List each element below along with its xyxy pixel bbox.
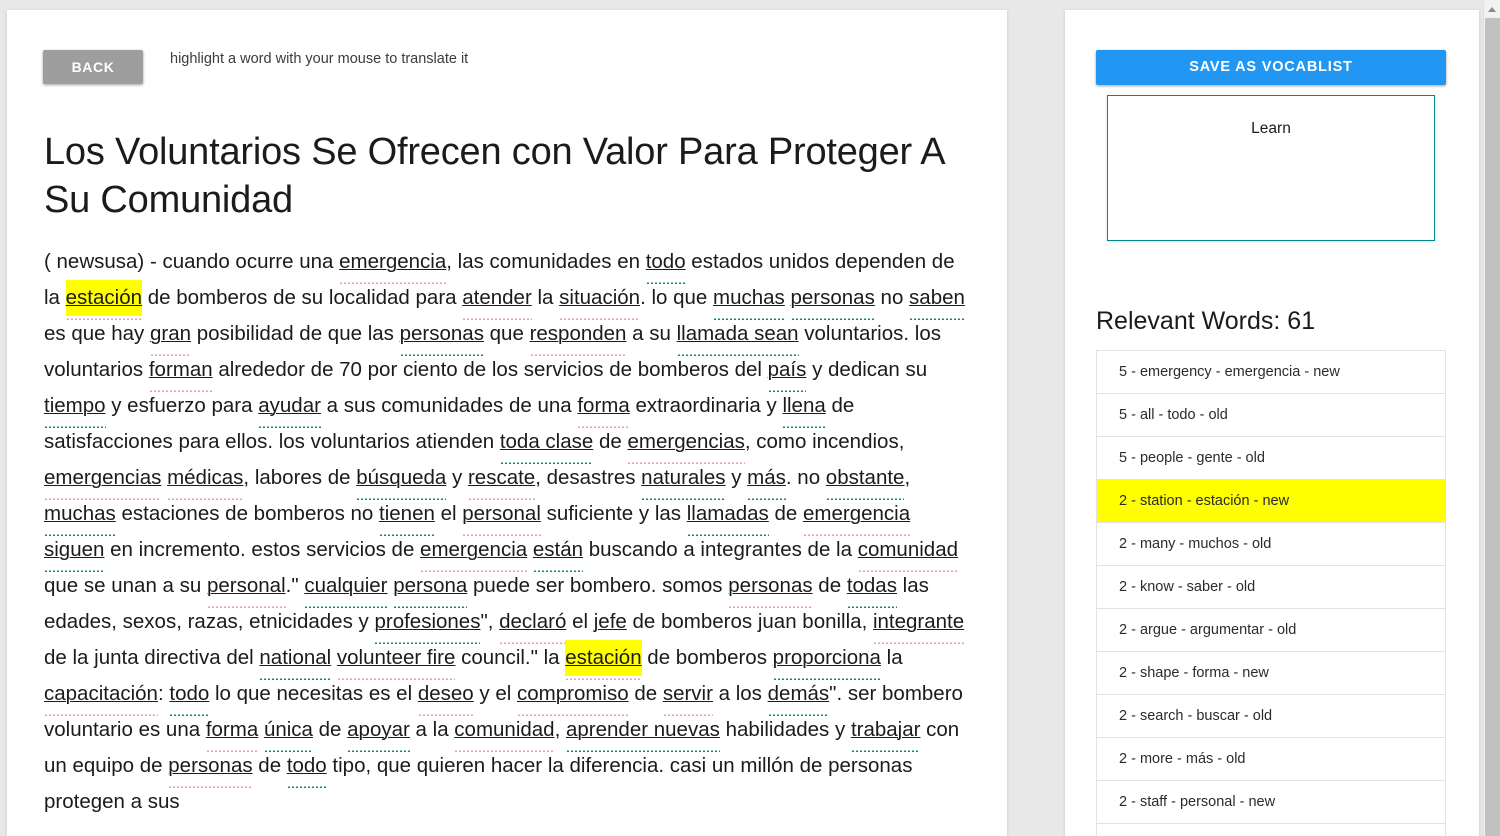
vocab-list-item[interactable]: 2 - argue - argumentar - old <box>1097 609 1445 652</box>
annotated-word[interactable]: jefe <box>593 604 627 644</box>
annotated-word[interactable]: volunteer fire <box>336 640 455 680</box>
annotated-word[interactable]: obstante <box>825 460 904 500</box>
annotated-word[interactable]: capacitación <box>44 676 158 716</box>
annotated-word[interactable]: personal <box>207 568 286 608</box>
annotated-word[interactable]: llena <box>782 388 827 428</box>
annotated-word[interactable]: persona <box>393 568 468 608</box>
annotated-word[interactable]: forma <box>577 388 631 428</box>
article-body-text[interactable]: ( newsusa) - cuando ocurre una emergenci… <box>44 244 974 820</box>
annotated-word[interactable]: muchas <box>713 280 785 320</box>
vocab-list-item[interactable]: 5 - all - todo - old <box>1097 394 1445 437</box>
annotated-word[interactable]: forma <box>205 712 259 752</box>
annotated-word[interactable]: atender <box>462 280 532 320</box>
annotated-word[interactable]: profesiones <box>374 604 480 644</box>
vocab-list-item[interactable]: 2 - many - muchos - old <box>1097 523 1445 566</box>
annotated-word[interactable]: compromiso <box>516 676 629 716</box>
annotated-word[interactable]: emergencia <box>339 244 447 284</box>
annotated-word[interactable]: responden <box>529 316 626 356</box>
vocab-list-item[interactable]: 2 - know - saber - old <box>1097 566 1445 609</box>
vocab-list-item[interactable]: 2 - shape - forma - new <box>1097 652 1445 695</box>
annotated-word[interactable]: médicas <box>167 460 244 500</box>
annotated-word[interactable]: todas <box>846 568 898 608</box>
annotated-word[interactable]: muchas <box>44 496 116 536</box>
annotated-word[interactable]: naturales <box>641 460 726 500</box>
annotated-word[interactable]: personas <box>168 748 253 788</box>
annotated-word[interactable]: emergencia <box>420 532 528 572</box>
annotated-word[interactable]: país <box>767 352 806 392</box>
annotated-word[interactable]: national <box>259 640 331 680</box>
vocab-list-item[interactable]: 2 - station - estación - new <box>1097 480 1445 523</box>
relevant-words-heading: Relevant Words: 61 <box>1096 307 1316 335</box>
learn-box[interactable]: Learn <box>1107 95 1435 241</box>
annotated-word[interactable]: emergencia <box>802 496 911 536</box>
annotated-word[interactable]: todo <box>645 244 686 284</box>
annotated-word[interactable]: llamadas <box>686 496 769 536</box>
annotated-word[interactable]: trabajar <box>850 712 920 752</box>
annotated-word[interactable]: deseo <box>417 676 474 716</box>
annotated-word[interactable]: emergencias <box>627 424 746 464</box>
vocab-list-item[interactable]: 2 - search - buscar - old <box>1097 695 1445 738</box>
highlighted-word[interactable]: estación <box>565 640 642 680</box>
annotated-word[interactable]: todo <box>169 676 209 716</box>
annotated-word[interactable]: declaró <box>499 604 567 644</box>
annotated-word[interactable]: demás <box>767 676 829 716</box>
annotated-word[interactable]: aprender nuevas <box>566 712 720 752</box>
reader-toolbar: BACK highlight a word with your mouse to… <box>7 10 1007 102</box>
vocabulary-panel: SAVE AS VOCABLIST Learn Relevant Words: … <box>1065 10 1479 836</box>
highlighted-word[interactable]: estación <box>65 280 143 320</box>
annotated-word[interactable]: comunidad <box>857 532 959 572</box>
annotated-word[interactable]: más <box>747 460 786 500</box>
vocab-list-item[interactable]: 2 - more - más - old <box>1097 738 1445 781</box>
annotated-word[interactable]: ayudar <box>258 388 321 428</box>
back-button[interactable]: BACK <box>43 50 143 84</box>
annotated-word[interactable]: personas <box>728 568 813 608</box>
annotated-word[interactable]: personas <box>399 316 485 356</box>
annotated-word[interactable]: forman <box>148 352 213 392</box>
translate-hint-text: highlight a word with your mouse to tran… <box>170 51 469 67</box>
annotated-word[interactable]: cualquier <box>304 568 388 608</box>
page-scrollbar[interactable] <box>1483 0 1500 836</box>
annotated-word[interactable]: están <box>532 532 584 572</box>
vocab-list-item[interactable]: 5 - people - gente - old <box>1097 437 1445 480</box>
article-title: Los Voluntarios Se Ofrecen con Valor Par… <box>44 131 944 221</box>
annotated-word[interactable]: apoyar <box>347 712 410 752</box>
vocab-list-item[interactable]: 5 - emergency - emergencia - new <box>1097 351 1445 394</box>
save-as-vocablist-button[interactable]: SAVE AS VOCABLIST <box>1096 50 1446 85</box>
annotated-word[interactable]: gran <box>150 316 192 356</box>
article-reader-panel: BACK highlight a word with your mouse to… <box>7 10 1007 836</box>
annotated-word[interactable]: proporciona <box>772 640 882 680</box>
app-root: BACK highlight a word with your mouse to… <box>0 0 1500 836</box>
annotated-word[interactable]: servir <box>662 676 714 716</box>
annotated-word[interactable]: emergencias <box>44 460 162 500</box>
annotated-word[interactable]: única <box>263 712 313 752</box>
annotated-word[interactable]: rescate <box>467 460 536 500</box>
learn-box-label: Learn <box>1251 120 1291 137</box>
annotated-word[interactable]: siguen <box>44 532 105 572</box>
relevant-words-list: 5 - emergency - emergencia - new 5 - all … <box>1096 350 1446 836</box>
annotated-word[interactable]: búsqueda <box>356 460 447 500</box>
annotated-word[interactable]: personal <box>462 496 541 536</box>
annotated-word[interactable]: comunidad <box>454 712 555 752</box>
vocab-list-item[interactable]: 2 - community - comunidad - new <box>1097 824 1445 836</box>
scrollbar-thumb[interactable] <box>1485 18 1500 836</box>
chevron-up-icon[interactable] <box>1484 0 1500 17</box>
annotated-word[interactable]: tienen <box>379 496 435 536</box>
annotated-word[interactable]: personas <box>790 280 876 320</box>
annotated-word[interactable]: tiempo <box>44 388 106 428</box>
annotated-word[interactable]: situación <box>559 280 640 320</box>
annotated-word[interactable]: todo <box>286 748 327 788</box>
annotated-word[interactable]: integrante <box>872 604 965 644</box>
vocab-list-item[interactable]: 2 - staff - personal - new <box>1097 781 1445 824</box>
annotated-word[interactable]: llamada sean <box>676 316 799 356</box>
annotated-word[interactable]: saben <box>909 280 965 320</box>
annotated-word[interactable]: toda clase <box>499 424 594 464</box>
